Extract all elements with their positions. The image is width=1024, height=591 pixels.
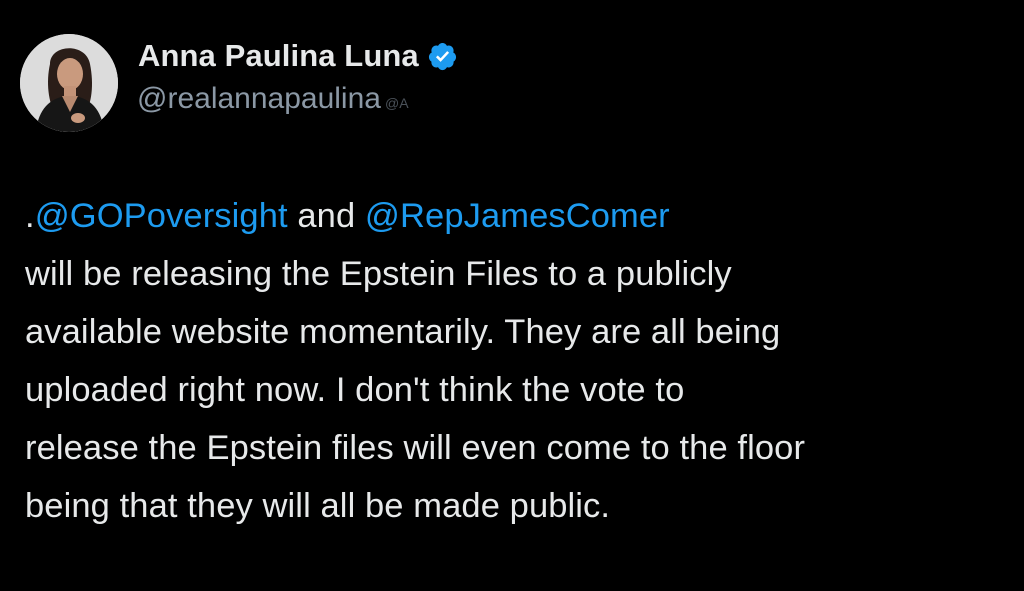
tweet-line-6: being that they will all be made public. [25, 487, 611, 525]
tweet-line-4: uploaded right now. I don't think the vo… [25, 371, 685, 409]
author-name-row: Anna Paulina Luna [138, 36, 458, 76]
mention-repjamescomer[interactable]: @RepJamesComer [365, 197, 670, 235]
author-handle[interactable]: @realannapaulina [137, 82, 381, 116]
mention-gopoversight[interactable]: @GOPoversight [35, 197, 288, 235]
avatar-photo [20, 34, 118, 132]
author-handle-overflow: @A [384, 95, 409, 111]
tweet-connector: and [287, 197, 365, 235]
tweet-line-1: .@GOPoversight and @RepJamesComer [25, 187, 1005, 245]
tweet-line-2: will be releasing the Epstein Files to a… [25, 255, 732, 293]
tweet-line-5: release the Epstein files will even come… [25, 429, 806, 467]
tweet-card: Anna Paulina Luna @realannapaulina @A .@… [0, 0, 1024, 591]
author-avatar[interactable] [20, 34, 118, 132]
author-display-name[interactable]: Anna Paulina Luna [138, 38, 419, 74]
tweet-text: .@GOPoversight and @RepJamesComer will b… [25, 187, 1005, 535]
verified-badge-icon [427, 41, 458, 72]
tweet-line-3: available website momentarily. They are … [25, 313, 781, 351]
author-handle-row: @realannapaulina @A [137, 82, 409, 116]
tweet-prefix: . [25, 197, 35, 235]
